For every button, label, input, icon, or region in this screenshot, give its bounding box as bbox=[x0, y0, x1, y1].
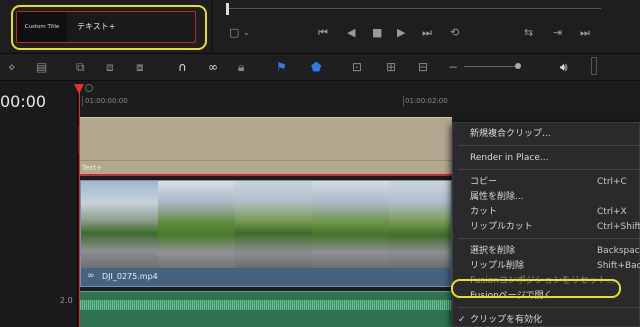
menu-item-shortcut: Shift+Bac bbox=[597, 261, 640, 271]
video-clip-name: DJI_0275.mp4 bbox=[102, 272, 158, 281]
menu-item[interactable]: 属性を削除... bbox=[452, 189, 640, 205]
video-thumbnails bbox=[81, 181, 451, 268]
link-icon[interactable]: ∞ bbox=[208, 60, 218, 74]
blade-icon[interactable]: ▤ bbox=[36, 60, 47, 74]
menu-item[interactable]: 選択を削除 Backspac bbox=[452, 243, 640, 259]
insert-clip-icon[interactable]: ⧉ bbox=[76, 60, 85, 74]
check-icon: ✓ bbox=[458, 315, 466, 325]
menu-item[interactable]: リップルカット Ctrl+Shift bbox=[452, 219, 640, 235]
audio-track-number: 2.0 bbox=[60, 296, 73, 305]
zoom-slider[interactable] bbox=[464, 66, 520, 67]
match-frame-icon[interactable]: ⇆ bbox=[524, 26, 533, 40]
ruler-tick bbox=[82, 96, 83, 106]
zoom-detail-icon[interactable]: ⊞ bbox=[386, 60, 396, 74]
menu-item-label: コピー bbox=[470, 177, 498, 187]
clip-link-icon: ∞ bbox=[87, 271, 95, 281]
volume-icon[interactable]: 🔊︎ bbox=[560, 60, 568, 74]
title-clip-divider bbox=[80, 160, 452, 161]
zoom-custom-icon[interactable]: ⊟ bbox=[418, 60, 428, 74]
thumbnail bbox=[158, 181, 235, 268]
dynamic-trim-icon[interactable]: ⋄ bbox=[8, 60, 16, 74]
title-clip-name: Text+ bbox=[82, 164, 103, 172]
menu-item-label: クリップを有効化 bbox=[470, 315, 543, 325]
track-header-panel bbox=[0, 82, 78, 327]
thumbnail bbox=[235, 181, 312, 268]
menu-separator bbox=[458, 307, 640, 308]
menu-item-label: リップル削除 bbox=[470, 261, 525, 271]
stop-icon[interactable]: ■ bbox=[372, 26, 382, 40]
snapping-icon[interactable]: ∩ bbox=[178, 60, 187, 74]
playhead[interactable] bbox=[79, 90, 80, 327]
menu-item-label: カット bbox=[470, 207, 498, 217]
menu-item[interactable]: ✓ クリップを有効化 bbox=[452, 312, 640, 327]
zoom-slider-knob-icon[interactable] bbox=[515, 63, 521, 69]
flag-icon[interactable]: ⚑ bbox=[276, 60, 287, 74]
skip-back-icon[interactable]: ⏮ bbox=[318, 26, 328, 40]
ruler-label: 01:00:02:00 bbox=[405, 97, 448, 105]
menu-item[interactable]: リップル削除 Shift+Bac bbox=[452, 258, 640, 274]
viewer-scrubber[interactable] bbox=[227, 8, 601, 9]
replace-clip-icon[interactable]: ⧇ bbox=[136, 60, 144, 74]
timeline-ruler[interactable] bbox=[79, 82, 640, 109]
menu-item-label: 選択を削除 bbox=[470, 246, 516, 256]
highlight-annotation-menu bbox=[451, 279, 621, 298]
menu-item-label: 属性を削除... bbox=[470, 192, 524, 202]
menu-item[interactable]: コピー Ctrl+C bbox=[452, 174, 640, 190]
chevron-down-icon[interactable]: ⌄ bbox=[243, 26, 250, 40]
timecode-display: 00:00 bbox=[0, 92, 47, 111]
menu-item-label: リップルカット bbox=[470, 222, 533, 232]
menu-item[interactable]: カット Ctrl+X bbox=[452, 204, 640, 220]
menu-item-shortcut: Ctrl+Shift bbox=[597, 222, 640, 232]
skip-forward-icon[interactable]: ⏭ bbox=[422, 26, 432, 40]
menu-item-shortcut: Ctrl+X bbox=[597, 207, 627, 217]
next-edit-icon[interactable]: ⇥ bbox=[553, 26, 562, 40]
audio-waveform bbox=[80, 300, 452, 310]
menu-item-label: 新規複合クリップ... bbox=[470, 129, 551, 139]
play-reverse-icon[interactable]: ◀ bbox=[347, 26, 355, 40]
overwrite-clip-icon[interactable]: ⧈ bbox=[106, 60, 114, 74]
lock-icon[interactable]: 🔒︎ bbox=[238, 60, 244, 74]
menu-item[interactable]: 新規複合クリップ... bbox=[452, 126, 640, 142]
menu-item-label: Render in Place... bbox=[470, 153, 549, 163]
title-clip[interactable] bbox=[80, 117, 452, 176]
menu-item[interactable]: Render in Place... bbox=[452, 150, 640, 166]
marker-icon[interactable]: ⬟ bbox=[311, 60, 321, 74]
last-frame-icon[interactable]: ⏭ bbox=[580, 26, 590, 40]
thumbnail bbox=[312, 181, 389, 268]
menu-separator bbox=[458, 169, 640, 170]
thumbnail bbox=[389, 181, 451, 268]
zoom-full-icon[interactable]: ⊡ bbox=[352, 60, 362, 74]
ruler-label: 01:00:00:00 bbox=[85, 97, 128, 105]
ruler-marker-icon bbox=[85, 84, 93, 92]
loop-icon[interactable]: ⟲ bbox=[450, 26, 459, 40]
zoom-out-icon[interactable]: − bbox=[448, 60, 458, 74]
thumbnail bbox=[81, 181, 158, 268]
ruler-tick bbox=[403, 96, 404, 106]
audio-meter bbox=[591, 57, 597, 75]
highlight-annotation-top bbox=[11, 5, 207, 50]
menu-item-shortcut: Backspac bbox=[597, 246, 640, 256]
play-icon[interactable]: ▶ bbox=[397, 26, 405, 40]
scrubber-knob-icon[interactable] bbox=[226, 3, 229, 15]
crop-icon[interactable]: ▢ bbox=[229, 26, 239, 40]
menu-separator bbox=[458, 238, 640, 239]
menu-separator bbox=[458, 145, 640, 146]
menu-item-shortcut: Ctrl+C bbox=[597, 177, 627, 187]
